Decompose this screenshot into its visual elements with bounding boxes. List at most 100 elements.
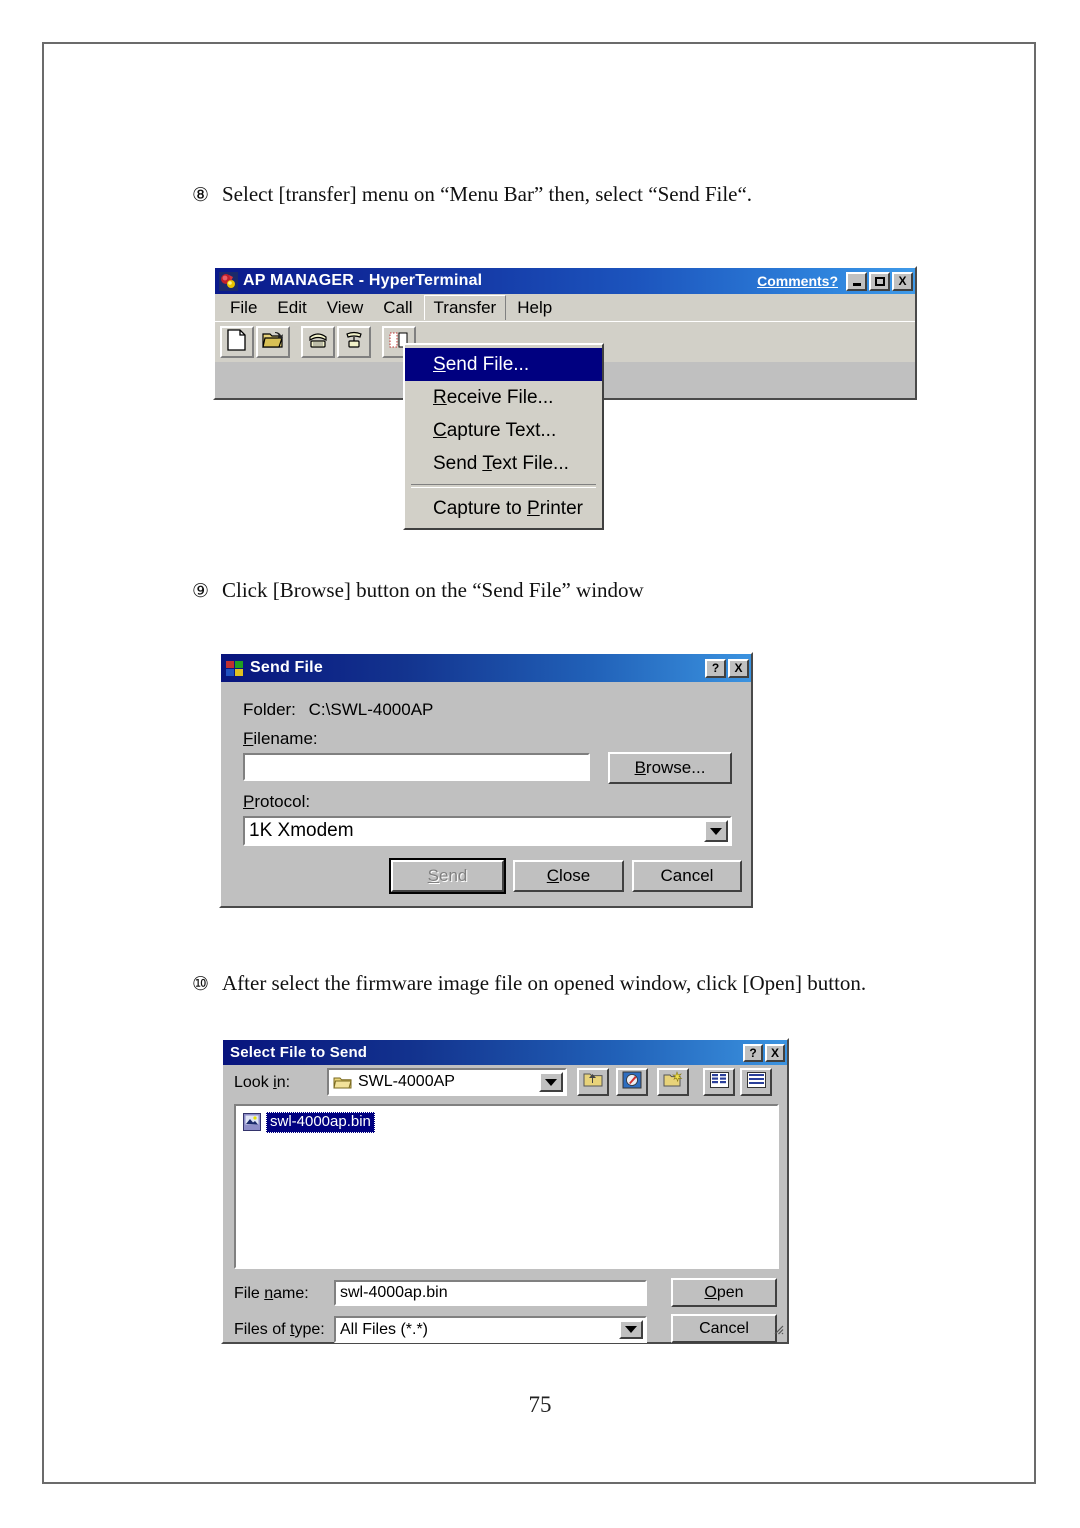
file-name-label-b: ame: xyxy=(273,1285,309,1302)
send-file-help-button[interactable]: ? xyxy=(705,658,726,678)
protocol-dropdown-arrow[interactable] xyxy=(704,820,728,842)
desktop-icon xyxy=(622,1071,642,1094)
toolbar-call-button[interactable] xyxy=(301,326,335,358)
select-file-title-text: Select File to Send xyxy=(230,1044,368,1061)
look-in-label: Look in: xyxy=(234,1074,290,1092)
menu-item-capture-text[interactable]: Capture Text... xyxy=(405,414,602,447)
disconnect-phone-icon xyxy=(343,330,365,355)
filename-input[interactable] xyxy=(243,753,590,781)
protocol-accel: P xyxy=(243,792,255,811)
maximize-button[interactable] xyxy=(869,271,890,291)
menu-help[interactable]: Help xyxy=(508,296,561,320)
resize-grip[interactable] xyxy=(771,1322,784,1340)
send-file-close-button[interactable]: X xyxy=(728,658,749,678)
protocol-label-rest: rotocol: xyxy=(254,792,311,811)
hyperterminal-menubar: File Edit View Call Transfer Help xyxy=(215,294,915,321)
file-list-pane[interactable]: swl-4000ap.bin xyxy=(234,1104,779,1269)
new-document-icon xyxy=(227,328,247,356)
select-file-dialog: Select File to Send ? X Look in: SWL-400… xyxy=(221,1038,789,1344)
toolbar-open-button[interactable] xyxy=(256,326,290,358)
desktop-button[interactable] xyxy=(616,1068,648,1096)
page-number: 75 xyxy=(528,1392,552,1417)
menu-item-send-text-file-label-a: Send xyxy=(433,453,483,474)
instruction-marker-10: ⑩ xyxy=(192,974,210,995)
minimize-button[interactable] xyxy=(846,271,867,291)
close-dialog-button[interactable]: Close xyxy=(513,860,624,892)
file-name-accel: n xyxy=(264,1285,274,1302)
close-button[interactable]: X xyxy=(892,271,913,291)
details-view-icon xyxy=(746,1071,766,1093)
maximize-icon xyxy=(874,276,885,286)
instruction-text-8: Select [transfer] menu on “Menu Bar” the… xyxy=(222,182,753,206)
cancel-file-button-label: Cancel xyxy=(699,1319,749,1337)
menu-item-receive-file[interactable]: Receive File... xyxy=(405,381,602,414)
open-button-label: Open xyxy=(704,1283,744,1301)
list-item-label: swl-4000ap.bin xyxy=(266,1112,375,1133)
instruction-text-10: After select the firmware image file on … xyxy=(222,971,867,995)
call-phone-icon xyxy=(307,330,329,355)
details-view-button[interactable] xyxy=(740,1068,772,1096)
files-of-type-dropdown-arrow[interactable] xyxy=(619,1320,643,1339)
send-file-icon xyxy=(224,658,244,678)
menu-item-send-text-file-label-b: ext File... xyxy=(491,453,569,474)
close-icon: X xyxy=(770,1045,779,1060)
close-icon: X xyxy=(898,274,907,288)
comments-link[interactable]: Comments? xyxy=(757,273,838,289)
files-of-type-label-a: Files of xyxy=(234,1321,291,1338)
binary-file-icon xyxy=(242,1112,262,1132)
close-dialog-button-label: Close xyxy=(546,866,591,885)
menu-item-capture-text-label: apture Text... xyxy=(446,420,557,441)
select-file-close-button[interactable]: X xyxy=(765,1043,785,1062)
look-in-combobox[interactable]: SWL-4000AP xyxy=(327,1068,567,1096)
toolbar-disconnect-button[interactable] xyxy=(337,326,371,358)
instruction-text-9: Click [Browse] button on the “Send File”… xyxy=(222,578,644,602)
list-item[interactable]: swl-4000ap.bin xyxy=(242,1112,375,1133)
instruction-marker-8: ⑧ xyxy=(192,185,210,206)
cancel-file-button[interactable]: Cancel xyxy=(671,1314,777,1343)
send-button[interactable]: Send xyxy=(389,858,506,894)
menu-transfer[interactable]: Transfer xyxy=(423,295,507,320)
help-icon: ? xyxy=(749,1045,757,1060)
menu-edit[interactable]: Edit xyxy=(268,296,315,320)
filename-label: Filename: xyxy=(243,729,318,749)
menu-item-send-file[interactable]: Send File... xyxy=(405,348,602,381)
list-view-button[interactable] xyxy=(703,1068,735,1096)
browse-button-label: Browse... xyxy=(634,758,706,777)
toolbar-new-button[interactable] xyxy=(220,326,254,358)
send-file-titlebar: Send File ? X xyxy=(221,654,751,682)
look-in-dropdown-arrow[interactable] xyxy=(539,1072,563,1092)
folder-label: Folder: C:\SWL-4000AP xyxy=(243,700,433,720)
new-folder-button[interactable] xyxy=(657,1068,689,1096)
list-view-icon xyxy=(709,1071,729,1093)
file-name-input[interactable]: swl-4000ap.bin xyxy=(334,1280,647,1306)
menu-view[interactable]: View xyxy=(318,296,373,320)
hyperterminal-title-text: AP MANAGER - HyperTerminal xyxy=(243,272,483,289)
folder-value: C:\SWL-4000AP xyxy=(308,700,434,719)
menu-item-capture-to-printer[interactable]: Capture to Printer xyxy=(405,492,602,525)
chevron-down-icon xyxy=(625,1326,637,1333)
protocol-value: 1K Xmodem xyxy=(249,820,354,841)
protocol-combobox[interactable]: 1K Xmodem xyxy=(243,816,732,846)
chevron-down-icon xyxy=(545,1078,557,1086)
menu-item-send-file-label: end File... xyxy=(445,354,530,375)
new-folder-icon xyxy=(663,1071,683,1093)
menu-item-receive-file-label: eceive File... xyxy=(446,387,554,408)
browse-button[interactable]: Browse... xyxy=(608,752,732,784)
look-in-label-a: Look xyxy=(234,1074,274,1091)
menu-item-capture-to-printer-label-b: rinter xyxy=(539,498,583,519)
select-file-help-button[interactable]: ? xyxy=(743,1043,763,1062)
files-of-type-combobox[interactable]: All Files (*.*) xyxy=(334,1316,647,1343)
menu-call[interactable]: Call xyxy=(374,296,421,320)
cancel-button[interactable]: Cancel xyxy=(632,860,742,892)
file-name-value: swl-4000ap.bin xyxy=(340,1284,448,1301)
hyperterminal-app-icon xyxy=(218,271,238,291)
send-file-dialog: Send File ? X Folder: C:\SWL-4000AP File… xyxy=(219,652,753,908)
help-icon: ? xyxy=(711,661,720,675)
menu-item-send-text-file[interactable]: Send Text File... xyxy=(405,447,602,480)
chevron-down-icon xyxy=(710,827,722,835)
send-button-label: Send xyxy=(427,866,468,885)
up-one-level-button[interactable] xyxy=(577,1068,609,1096)
files-of-type-label: Files of type: xyxy=(234,1321,325,1339)
open-button[interactable]: Open xyxy=(671,1278,777,1307)
menu-file[interactable]: File xyxy=(221,296,266,320)
